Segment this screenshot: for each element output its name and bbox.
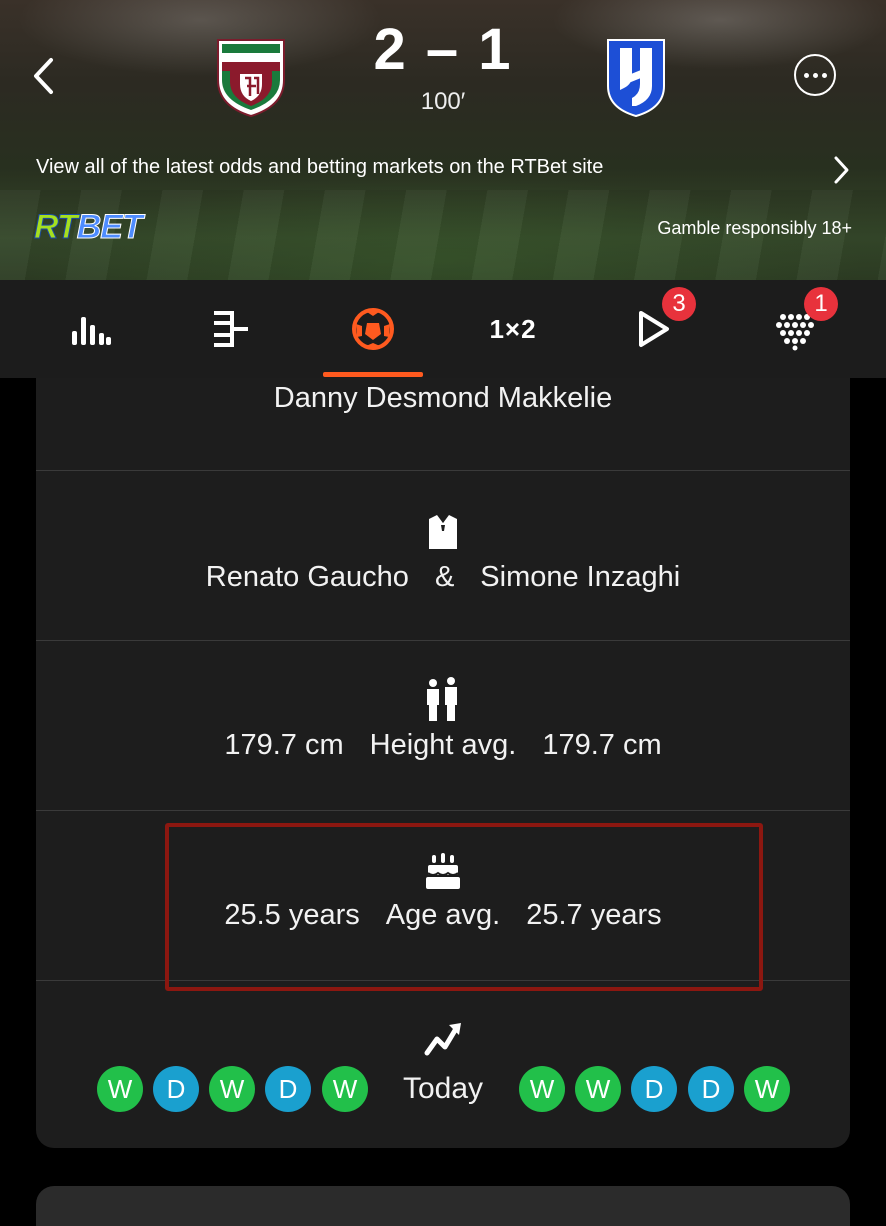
chevron-right-icon <box>834 156 849 184</box>
back-button[interactable] <box>24 54 64 98</box>
away-form-result: W <box>744 1066 790 1112</box>
gamble-responsibly-text: Gamble responsibly 18+ <box>657 218 852 238</box>
managers-row: Renato Gaucho & Simone Inzaghi <box>36 470 850 641</box>
football-icon <box>352 308 394 350</box>
match-header: 2 – 1 100′ View all of the latest odds a… <box>0 0 886 280</box>
more-dot-icon <box>803 72 809 78</box>
home-form-result: W <box>97 1066 143 1112</box>
rtbet-logo-bet: BET <box>76 208 143 247</box>
home-form-result: D <box>265 1066 311 1112</box>
more-options-button[interactable] <box>794 54 836 96</box>
referee-name: Danny Desmond Makkelie <box>273 382 613 414</box>
bar-chart-icon <box>72 317 111 345</box>
home-score: 2 <box>373 17 408 82</box>
match-details-card: Danny Desmond Makkelie Renato Gaucho & S… <box>36 378 850 1148</box>
home-form-result: D <box>153 1066 199 1112</box>
more-dot-icon <box>821 72 827 78</box>
height-avg-label: Height avg. <box>369 729 517 761</box>
tab-bar: 1×2 3 1 <box>0 280 886 378</box>
rtbet-logo-rt: RT <box>34 208 79 247</box>
odds-banner-text: View all of the latest odds and betting … <box>36 156 604 178</box>
form-row <box>36 980 850 1149</box>
trend-up-icon <box>424 1023 461 1056</box>
team-form: W D W D W Today W W D D W <box>0 1066 886 1116</box>
home-form-result: W <box>209 1066 255 1112</box>
next-card <box>36 1186 850 1226</box>
chevron-left-icon <box>34 58 53 94</box>
home-manager[interactable]: Renato Gaucho <box>206 561 409 594</box>
video-badge: 3 <box>662 287 696 321</box>
bracket-icon <box>214 311 248 347</box>
home-height-avg: 179.7 cm <box>224 729 344 761</box>
tab-video[interactable]: 3 <box>598 280 708 378</box>
tab-odds[interactable]: 1×2 <box>458 280 568 378</box>
away-form-result: W <box>519 1066 565 1112</box>
tab-pitch[interactable]: 1 <box>740 280 850 378</box>
home-team-crest[interactable] <box>214 36 288 118</box>
tab-lineups[interactable] <box>318 280 428 378</box>
score-separator: – <box>425 17 461 82</box>
away-manager[interactable]: Simone Inzaghi <box>480 561 680 594</box>
more-dot-icon <box>812 72 818 78</box>
manager-suit-icon <box>429 515 457 549</box>
odds-tab-label: 1×2 <box>489 313 537 344</box>
manager-separator: & <box>434 561 455 593</box>
form-today-label: Today <box>402 1072 484 1105</box>
away-height-avg: 179.7 cm <box>542 729 662 761</box>
age-highlight-box <box>165 823 763 991</box>
rtbet-logo[interactable]: RTBET <box>34 208 144 247</box>
away-score: 1 <box>478 17 513 82</box>
tab-bracket[interactable] <box>176 280 286 378</box>
away-team-crest[interactable] <box>602 36 670 118</box>
away-form-result: D <box>631 1066 677 1112</box>
height-row: 179.7 cm Height avg. 179.7 cm <box>36 640 850 811</box>
home-form-result: W <box>322 1066 368 1112</box>
pitch-badge: 1 <box>804 287 838 321</box>
height-people-icon <box>427 677 457 721</box>
managers-line: Renato Gaucho & Simone Inzaghi <box>36 561 850 594</box>
score: 2 – 1 <box>360 16 526 83</box>
odds-banner-link[interactable]: View all of the latest odds and betting … <box>0 150 886 190</box>
away-form-result: D <box>688 1066 734 1112</box>
active-tab-indicator <box>323 372 423 377</box>
tab-statistics[interactable] <box>36 280 146 378</box>
match-minute: 100′ <box>420 88 466 115</box>
away-form-result: W <box>575 1066 621 1112</box>
height-line: 179.7 cm Height avg. 179.7 cm <box>36 729 850 762</box>
